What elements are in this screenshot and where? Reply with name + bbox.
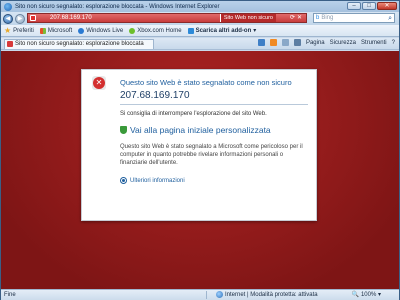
- title-bar: Sito non sicuro segnalato: esplorazione …: [1, 1, 399, 12]
- unsafe-site-badge[interactable]: Sito Web non sicuro: [219, 14, 276, 22]
- xbox-icon: [129, 27, 136, 34]
- blocked-address: 207.68.169.170: [120, 90, 190, 101]
- download-icon: [187, 27, 194, 34]
- browser-window: Sito non sicuro segnalato: esplorazione …: [0, 0, 400, 300]
- favorite-xbox[interactable]: Xbox.com Home: [129, 27, 182, 34]
- home-icon[interactable]: [257, 39, 265, 46]
- warning-heading: Questo sito Web è stato segnalato come n…: [120, 78, 292, 87]
- explanation-text: Questo sito Web è stato segnalato a Micr…: [120, 144, 303, 166]
- warning-card: ✕ Questo sito Web è stato segnalato come…: [81, 69, 317, 221]
- tab-bar: Sito non sicuro segnalato: esplorazione …: [1, 38, 399, 50]
- favorites-label: Preferiti: [13, 27, 34, 34]
- favorite-addons[interactable]: Scarica altri add-on ▾: [187, 27, 257, 34]
- unsafe-shield-icon: [7, 41, 13, 47]
- favorite-microsoft[interactable]: Microsoft: [39, 27, 73, 34]
- favorite-label: Xbox.com Home: [137, 27, 182, 34]
- zoom-level[interactable]: 🔍 100% ▾: [352, 291, 381, 298]
- more-info-link[interactable]: Ulteriori informazioni: [120, 177, 185, 184]
- refresh-stop-icons[interactable]: ⟳✕: [290, 14, 304, 22]
- mail-icon[interactable]: [281, 39, 289, 46]
- security-zone[interactable]: Internet | Modalità protetta: attivata: [216, 291, 318, 298]
- globe-icon: [216, 291, 223, 298]
- url-field[interactable]: 207.68.169.170 Sito Web non sicuro ⟳✕: [27, 13, 307, 23]
- windows-live-icon: [78, 27, 85, 34]
- favorite-windows-live[interactable]: Windows Live: [78, 27, 124, 34]
- microsoft-icon: [39, 27, 46, 34]
- window-controls: – □ ✕: [347, 2, 397, 10]
- close-button[interactable]: ✕: [377, 2, 397, 10]
- address-bar: ◀ ▶ 207.68.169.170 Sito Web non sicuro ⟳…: [1, 12, 399, 25]
- favorite-label: Scarica altri add-on: [195, 27, 252, 34]
- search-input[interactable]: b Bing ⌕: [313, 13, 395, 23]
- tab-title: Sito non sicuro segnalato: esplorazione …: [15, 41, 144, 47]
- page-content: ✕ Questo sito Web è stato segnalato come…: [1, 51, 399, 289]
- warning-shield-icon: ✕: [92, 76, 106, 90]
- go-home-link[interactable]: Vai alla pagina iniziale personalizzata: [120, 125, 271, 135]
- minimize-button[interactable]: –: [347, 2, 361, 10]
- window-title: Sito non sicuro segnalato: esplorazione …: [15, 3, 220, 10]
- chevron-down-icon: ▾: [253, 28, 257, 34]
- advice-text: Si consiglia di interrompere l'esplorazi…: [120, 111, 267, 117]
- favorite-label: Microsoft: [47, 27, 73, 34]
- rss-icon[interactable]: [269, 39, 277, 46]
- command-bar: Pagina Sicurezza Strumenti ?: [257, 39, 395, 46]
- status-bar: Fine Internet | Modalità protetta: attiv…: [1, 289, 399, 300]
- status-text: Fine: [4, 292, 16, 298]
- favorites-bar: ★ Preferiti Microsoft Windows Live Xbox.…: [1, 25, 399, 37]
- unsafe-site-shield-icon: [30, 15, 36, 21]
- search-placeholder: Bing: [321, 15, 334, 21]
- zone-label: Internet | Modalità protetta: attivata: [225, 291, 318, 298]
- status-divider: [206, 291, 207, 299]
- internet-explorer-icon: [4, 2, 12, 11]
- url-text[interactable]: 207.68.169.170: [50, 15, 92, 21]
- star-icon: ★: [4, 25, 12, 35]
- search-icon[interactable]: ⌕: [388, 15, 392, 22]
- tab-current[interactable]: Sito non sicuro segnalato: esplorazione …: [4, 38, 154, 49]
- favorite-label: Windows Live: [86, 27, 124, 34]
- maximize-button[interactable]: □: [362, 2, 376, 10]
- more-info-label[interactable]: Ulteriori informazioni: [130, 178, 185, 184]
- safe-shield-icon: [120, 126, 127, 134]
- tools-menu[interactable]: Strumenti: [361, 40, 387, 46]
- help-icon[interactable]: ?: [392, 40, 395, 46]
- favorites-button[interactable]: ★ Preferiti: [4, 25, 34, 35]
- bing-icon: b: [316, 15, 320, 21]
- back-button[interactable]: ◀: [3, 13, 13, 24]
- divider: [120, 104, 308, 105]
- safety-menu[interactable]: Sicurezza: [330, 40, 356, 46]
- zoom-value: 100%: [360, 292, 377, 298]
- page-menu[interactable]: Pagina: [306, 40, 325, 46]
- forward-button[interactable]: ▶: [15, 13, 25, 24]
- go-home-label[interactable]: Vai alla pagina iniziale personalizzata: [130, 125, 271, 135]
- expand-circle-icon: [120, 177, 127, 184]
- print-icon[interactable]: [293, 39, 301, 46]
